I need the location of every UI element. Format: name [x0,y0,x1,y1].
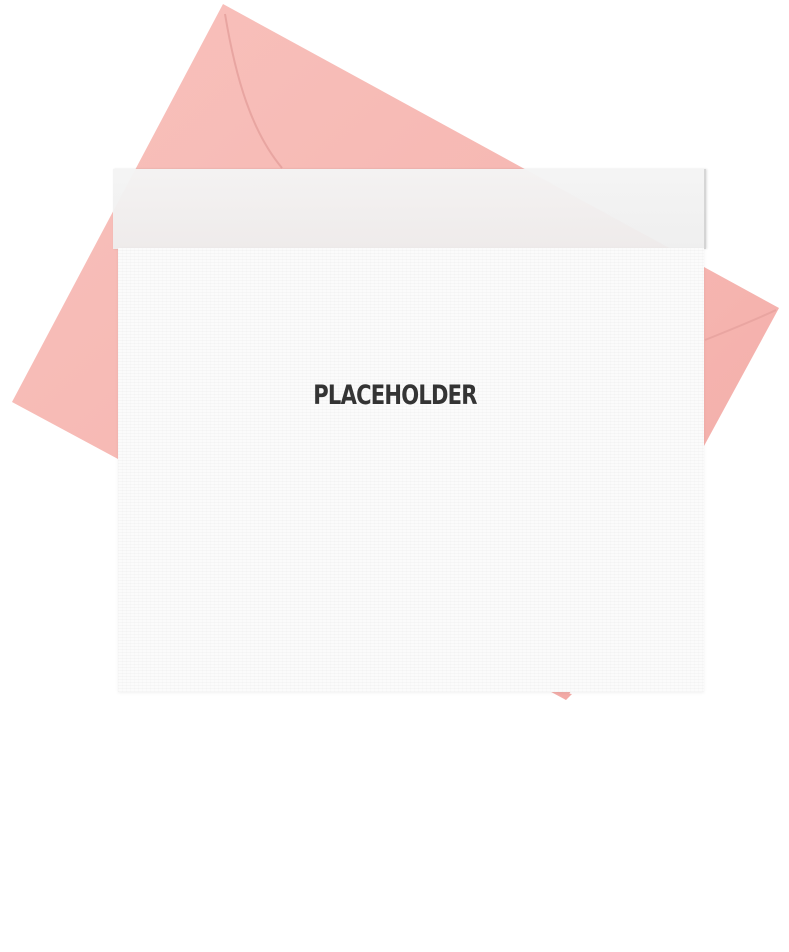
card-top-strip [113,169,706,249]
placeholder-card [118,248,704,692]
card-title: PLACEHOLDER [313,380,477,411]
invitation-mockup: PLACEHOLDER [0,0,789,952]
